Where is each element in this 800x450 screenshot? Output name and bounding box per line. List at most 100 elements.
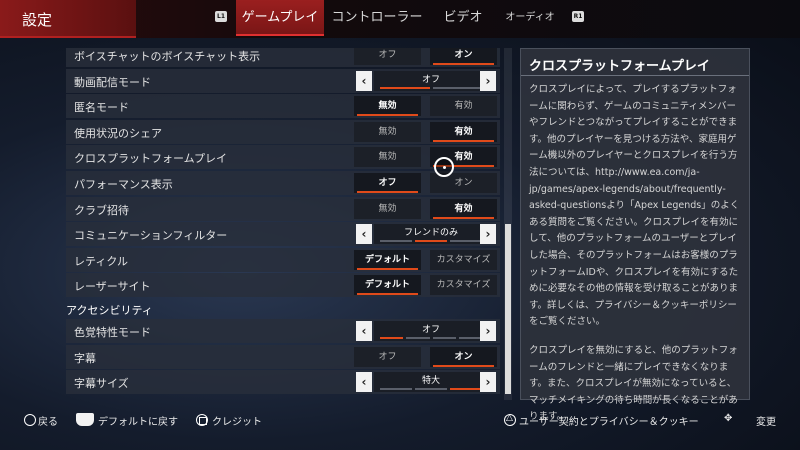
scrollbar-thumb[interactable] (505, 224, 511, 394)
setting-label: 色覚特性モード (74, 326, 151, 339)
chevron-right-icon[interactable]: › (480, 70, 496, 91)
info-panel: クロスプラットフォームプレイ クロスプレイによって、プレイするプラットフォームに… (520, 48, 750, 422)
select-step (380, 240, 412, 243)
select-value-text: オフ (421, 74, 440, 85)
section-title-accessibility: アクセシビリティ (66, 304, 153, 317)
setting-label: 動画配信モード (74, 75, 151, 89)
select-step (415, 388, 447, 391)
option-s2-1[interactable]: 有効 (430, 96, 497, 117)
setting-row-s6[interactable]: クラブ招待 無効 有効 (66, 196, 500, 221)
select-step-indicator (380, 337, 482, 339)
option-s6-0[interactable]: 無効 (354, 198, 421, 219)
tab-audio[interactable]: オーディオ (500, 0, 560, 36)
select-value-text: オフ (421, 325, 440, 335)
setting-row-a0[interactable]: 色覚特性モード ‹ オフ › (66, 319, 500, 343)
select-step (450, 388, 482, 391)
select-step (380, 86, 430, 89)
chevron-left-icon[interactable]: ‹ (356, 372, 372, 393)
select-step-indicator (380, 388, 482, 391)
chevron-right-icon[interactable]: › (480, 321, 496, 341)
back-button[interactable]: 戻る (38, 413, 58, 428)
change-button[interactable]: 変更 (756, 413, 776, 428)
option-s8-1[interactable]: カスタマイズ (430, 249, 497, 270)
setting-label: 匿名モード (74, 101, 129, 115)
cursor-icon (434, 157, 454, 177)
chevron-right-icon[interactable]: › (480, 372, 496, 393)
option-a1-1[interactable]: オン (430, 346, 497, 367)
triangle-button-icon (504, 413, 516, 426)
reset-defaults-button[interactable]: デフォルトに戻す (98, 413, 178, 428)
setting-row-a1[interactable]: 字幕 オフ オン (66, 344, 500, 369)
info-title: クロスプラットフォームプレイ (529, 59, 710, 74)
setting-row-s9[interactable]: レーザーサイト デフォルト カスタマイズ (66, 273, 500, 298)
page-title: 設定 (22, 11, 53, 29)
select-step (450, 240, 482, 243)
setting-row-s3[interactable]: 使用状況のシェア 無効 有効 (66, 119, 500, 144)
setting-label: レティクル (74, 254, 129, 268)
select-value-s1[interactable]: オフ (374, 70, 488, 91)
settings-title-box: 設定 (0, 0, 136, 38)
setting-row-s0[interactable]: ボイスチャットのボイスチャット表示 オフ オン (66, 48, 500, 67)
select-value-s7[interactable]: フレンドのみ (374, 224, 488, 245)
select-step-indicator (380, 240, 482, 243)
select-step (380, 388, 412, 391)
setting-label: パフォーマンス表示 (74, 178, 173, 191)
select-value-a0[interactable]: オフ (374, 321, 488, 341)
setting-row-s8[interactable]: レティクル デフォルト カスタマイズ (66, 247, 500, 272)
setting-label: コミュニケーションフィルター (74, 229, 228, 243)
chevron-left-icon[interactable]: ‹ (356, 224, 372, 245)
option-s5-0[interactable]: オフ (354, 173, 421, 193)
setting-row-s7[interactable]: コミュニケーションフィルター ‹ フレンドのみ › (66, 222, 500, 247)
circle-button-icon (24, 414, 36, 426)
setting-row-s1[interactable]: 動画配信モード ‹ オフ › (66, 68, 500, 93)
option-s4-0[interactable]: 無効 (354, 147, 421, 168)
info-paragraph-1: クロスプレイによって、プレイするプラットフォームに関わらず、ゲームのコミュニティ… (529, 84, 740, 328)
select-value-text: 特大 (421, 376, 440, 387)
select-step (432, 337, 456, 339)
setting-row-s2[interactable]: 匿名モード 無効 有効 (66, 94, 500, 119)
chevron-left-icon[interactable]: ‹ (356, 321, 372, 341)
option-s8-0[interactable]: デフォルト (354, 249, 421, 270)
setting-label: クラブ招待 (74, 203, 129, 217)
select-step (380, 337, 404, 339)
dpad-icon: ✥ (724, 413, 733, 424)
terms-privacy-button[interactable]: ユーザー契約とプライバシー＆クッキー (519, 413, 699, 428)
setting-label: 使用状況のシェア (74, 126, 162, 140)
option-s6-1[interactable]: 有効 (430, 198, 497, 219)
option-s0-1[interactable]: オン (430, 48, 497, 65)
setting-label: ボイスチャットのボイスチャット表示 (74, 50, 261, 63)
select-step (406, 337, 430, 339)
tab-controller[interactable]: コントローラー (330, 0, 424, 36)
option-s2-0[interactable]: 無効 (354, 96, 421, 117)
select-step (432, 86, 482, 89)
option-s3-0[interactable]: 無効 (354, 121, 421, 142)
square-button-icon (196, 414, 208, 426)
select-step (415, 240, 447, 243)
setting-row-a2[interactable]: 字幕サイズ ‹ 特大 › (66, 370, 500, 395)
option-a1-0[interactable]: オフ (354, 346, 421, 367)
scrollbar[interactable] (504, 48, 512, 400)
setting-label: 字幕 (74, 351, 96, 365)
select-step (458, 337, 482, 339)
chevron-left-icon[interactable]: ‹ (356, 70, 372, 91)
select-value-a2[interactable]: 特大 (374, 372, 488, 393)
tab-gameplay[interactable]: ゲームプレイ (236, 0, 324, 36)
top-bar: 設定 L1 ゲームプレイ コントローラー ビデオ オーディオ R1 (0, 0, 800, 38)
setting-label: クロスプラットフォームプレイ (74, 152, 228, 166)
footer-bar: 戻る デフォルトに戻す クレジット ユーザー契約とプライバシー＆クッキー ✥ 変… (0, 406, 800, 434)
l1-button-icon: L1 (215, 11, 227, 22)
setting-label: レーザーサイト (74, 280, 151, 294)
touchpad-icon (76, 413, 94, 426)
option-s9-1[interactable]: カスタマイズ (430, 275, 497, 296)
chevron-right-icon[interactable]: › (480, 224, 496, 245)
tab-video[interactable]: ビデオ (430, 0, 496, 36)
option-s9-0[interactable]: デフォルト (354, 275, 421, 296)
settings-list[interactable]: ボイスチャットのボイスチャット表示 オフ オン 動画配信モード ‹ オフ › 匿名モード 無効有… (66, 48, 500, 400)
option-s3-1[interactable]: 有効 (430, 121, 497, 142)
info-divider (521, 75, 749, 76)
setting-row-s5[interactable]: パフォーマンス表示 オフ オン (66, 171, 500, 195)
credits-button[interactable]: クレジット (212, 413, 262, 428)
option-s0-0[interactable]: オフ (354, 48, 421, 65)
setting-label: 字幕サイズ (74, 377, 129, 391)
r1-button-icon: R1 (572, 11, 584, 22)
